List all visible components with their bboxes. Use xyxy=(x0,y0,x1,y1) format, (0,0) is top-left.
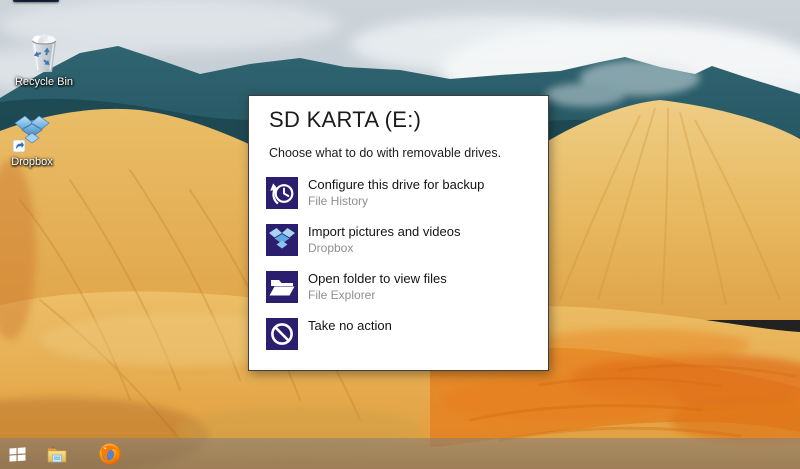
dropbox-icon xyxy=(266,224,298,256)
option-import-dropbox[interactable]: Import pictures and videos Dropbox xyxy=(266,224,538,256)
no-action-icon xyxy=(266,318,298,350)
option-label: Import pictures and videos xyxy=(308,224,460,240)
windows-logo-icon xyxy=(9,446,26,462)
file-history-icon xyxy=(266,177,298,209)
dialog-title: SD KARTA (E:) xyxy=(269,107,421,133)
option-take-no-action[interactable]: Take no action xyxy=(266,318,538,350)
option-configure-backup[interactable]: Configure this drive for backup File His… xyxy=(266,177,538,209)
desktop-icon-dropbox[interactable]: Dropbox xyxy=(2,112,62,168)
option-label: Open folder to view files xyxy=(308,271,447,287)
autoplay-dialog: SD KARTA (E:) Choose what to do with rem… xyxy=(248,95,549,371)
desktop-icon-network[interactable]: Network xyxy=(8,0,64,2)
open-folder-tile xyxy=(266,271,298,303)
firefox-icon xyxy=(98,442,122,466)
option-label: Take no action xyxy=(308,318,392,334)
explorer-folder-icon xyxy=(46,444,68,464)
option-app: Dropbox xyxy=(308,241,460,256)
option-app: File Explorer xyxy=(308,288,447,303)
no-action-tile xyxy=(266,318,298,350)
firefox-button[interactable] xyxy=(88,438,132,469)
dropbox-icon-label: Dropbox xyxy=(11,156,53,168)
network-icon-label: Network xyxy=(16,0,56,2)
open-folder-icon xyxy=(266,271,298,303)
taskbar xyxy=(0,438,800,469)
autoplay-options: Configure this drive for backup File His… xyxy=(266,177,538,365)
desktop-icon-recycle-bin[interactable]: Recycle Bin xyxy=(4,32,84,88)
option-label: Configure this drive for backup xyxy=(308,177,484,193)
recycle-bin-icon-label: Recycle Bin xyxy=(15,76,73,88)
option-open-folder[interactable]: Open folder to view files File Explorer xyxy=(266,271,538,303)
dropbox-shortcut-icon xyxy=(11,112,53,154)
dropbox-tile xyxy=(266,224,298,256)
recycle-bin-icon xyxy=(24,32,64,74)
file-explorer-button[interactable] xyxy=(36,438,78,469)
file-history-tile xyxy=(266,177,298,209)
desktop: Network Recycle Bin xyxy=(0,0,800,469)
option-app: File History xyxy=(308,194,484,209)
start-button[interactable] xyxy=(0,438,34,469)
dialog-subtitle: Choose what to do with removable drives. xyxy=(269,146,501,160)
